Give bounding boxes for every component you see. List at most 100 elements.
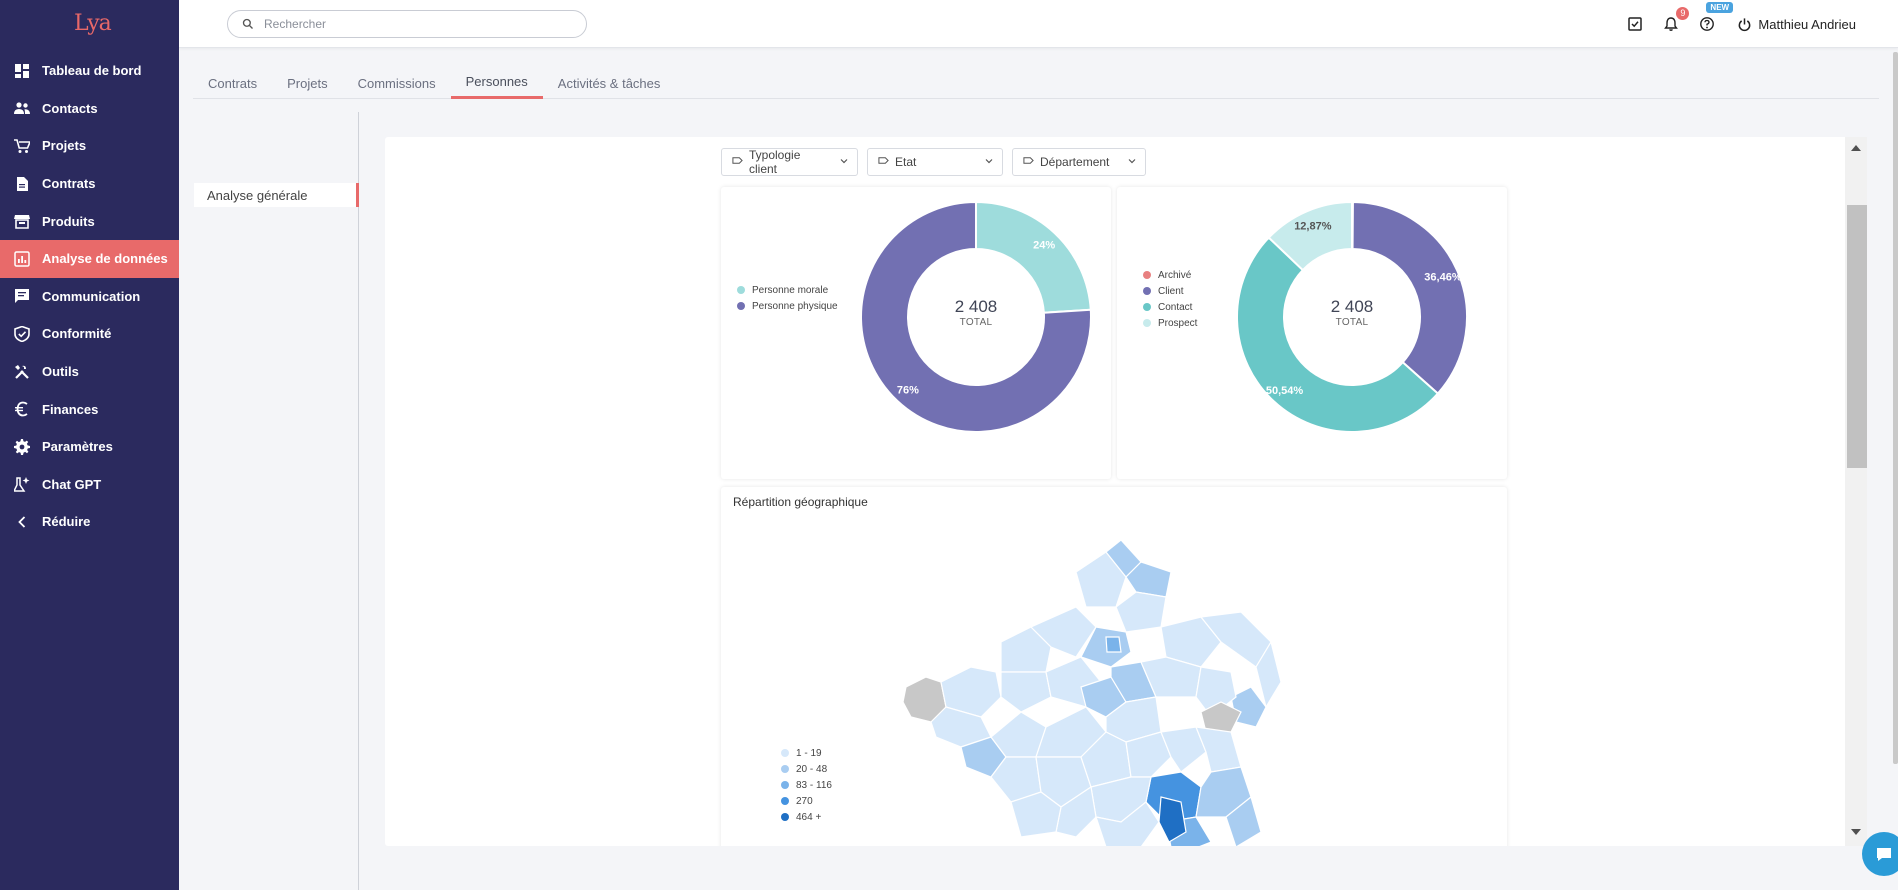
map-region[interactable] [1000,671,1052,713]
sidebar-item-communication[interactable]: Communication [0,278,179,316]
sidebar-item-projets[interactable]: Projets [0,127,179,165]
legend-label: Personne physique [752,300,838,312]
sidebar-item-param-tres[interactable]: Paramètres [0,428,179,466]
legend-label: 20 - 48 [796,763,828,775]
chevron-down-icon [974,155,994,169]
donut-slice-label: 76% [897,385,919,397]
sidebar-item-produits[interactable]: Produits [0,202,179,240]
state-chart-panel: Archivé Client Contact Prospect 36,46% 50,54… [1117,187,1507,479]
chart-legend: Archivé Client Contact Prospect [1143,267,1197,331]
legend-item[interactable]: Prospect [1143,315,1197,331]
legend-swatch [1143,319,1151,327]
sidebar-item-label: Finances [42,401,99,417]
notifications-button[interactable]: 9 [1661,7,1690,34]
donut-total-value: 2 408 [1330,297,1374,316]
legend-swatch [781,749,789,757]
people-icon [14,100,30,116]
subnav-analyse-generale[interactable]: Analyse générale [194,183,359,207]
sub-navigation: Analyse générale [194,112,359,890]
page-scrollbar[interactable] [1893,52,1898,764]
tab-contrats[interactable]: Contrats [193,68,272,99]
document-icon [14,176,30,192]
cart-icon [14,138,30,154]
sidebar-item-chat-gpt[interactable]: Chat GPT [0,466,179,504]
donut-slice-label: 50,54% [1266,385,1304,397]
legend-label: 270 [796,795,813,807]
legend-item[interactable]: Personne physique [737,298,838,314]
filter-bar: Typologie client Etat Département [721,148,1146,176]
legend-label: Contact [1158,301,1193,313]
legend-swatch [1143,271,1151,279]
donut-slice-label: 24% [1033,239,1055,251]
legend-swatch [781,813,789,821]
legend-label: Personne morale [752,284,829,296]
topbar: 9 NEW Matthieu Andrieu [179,0,1898,48]
map-region[interactable] [1105,636,1122,653]
geographic-distribution-panel: Répartition géographique 1 - 19 20 - 48 83… [721,487,1507,846]
tab-commissions[interactable]: Commissions [343,68,451,99]
tab-activit-s-t-ches[interactable]: Activités & tâches [543,68,676,99]
chat-icon [14,288,30,304]
legend-label: 83 - 116 [796,779,832,791]
filter-d-partement[interactable]: Département [1012,148,1146,176]
sidebar-item-contrats[interactable]: Contrats [0,165,179,203]
legend-item[interactable]: Client [1143,283,1197,299]
donut-slice-label: 36,46% [1424,272,1462,284]
legend-item[interactable]: Personne morale [737,282,838,298]
legend-swatch [1143,287,1151,295]
map-title: Répartition géographique [733,495,868,509]
sidebar-item-outils[interactable]: Outils [0,353,179,391]
map-legend-item: 83 - 116 [781,777,832,793]
euro-icon [14,401,30,417]
sidebar-item-label: Analyse de données [42,251,168,267]
chart-scrollbar-thumb[interactable] [1847,205,1867,468]
sidebar-nav: Tableau de bord Contacts Projets Contrats Pr… [0,52,179,541]
map-legend-item: 270 [781,793,832,809]
tab-personnes[interactable]: Personnes [450,68,543,99]
analysis-card: Typologie client Etat Département Personne… [385,137,1849,846]
filter-label: Etat [895,155,917,169]
legend-label: 464 + [796,811,822,823]
logo-text: Lya [74,11,112,36]
legend-item[interactable]: Contact [1143,299,1197,315]
filter-etat[interactable]: Etat [867,148,1003,176]
scroll-up-arrow-icon[interactable] [1849,142,1863,154]
map-legend-item: 1 - 19 [781,745,832,761]
donut-center: 2 408 TOTAL [1292,297,1412,328]
search-input[interactable] [264,17,564,31]
app-logo[interactable]: Lya [68,9,112,39]
sidebar-item-tableau-de-bord[interactable]: Tableau de bord [0,52,179,90]
legend-swatch [737,302,745,310]
sidebar-item-label: Chat GPT [42,476,102,492]
chevron-down-icon [829,155,849,169]
filter-typologie-client[interactable]: Typologie client [721,148,858,176]
tools-icon [14,364,30,380]
sidebar-item-contacts[interactable]: Contacts [0,90,179,128]
chat-bubble-icon [1877,848,1891,861]
sidebar-item-analyse-de-donn-es[interactable]: Analyse de données [0,239,179,278]
filter-label: Typologie client [749,148,801,176]
sidebar-item-conformit-[interactable]: Conformité [0,315,179,353]
sidebar-item-label: Tableau de bord [42,63,142,79]
chat-support-button[interactable] [1862,832,1898,876]
tasks-button[interactable] [1625,14,1645,34]
sidebar-item-label: Communication [42,288,141,304]
checkbox-icon [1628,17,1643,31]
sidebar-item-label: Produits [42,213,95,229]
analytics-icon [14,251,30,267]
scroll-down-arrow-icon[interactable] [1849,826,1863,838]
sidebar-item-finances[interactable]: Finances [0,390,179,428]
gear-icon [14,438,30,455]
legend-swatch [781,781,789,789]
sidebar-item-r-duire[interactable]: Réduire [0,503,179,541]
help-button[interactable]: NEW [1697,2,1734,34]
bell-icon [1664,17,1679,31]
map-regions [902,539,1282,846]
chevron-left-icon [14,514,30,530]
map-legend-item: 20 - 48 [781,761,832,777]
legend-item[interactable]: Archivé [1143,267,1197,283]
map-region[interactable] [1115,591,1167,633]
tab-projets[interactable]: Projets [272,68,342,99]
search-box[interactable] [227,10,587,38]
user-menu[interactable]: Matthieu Andrieu [1737,17,1856,32]
